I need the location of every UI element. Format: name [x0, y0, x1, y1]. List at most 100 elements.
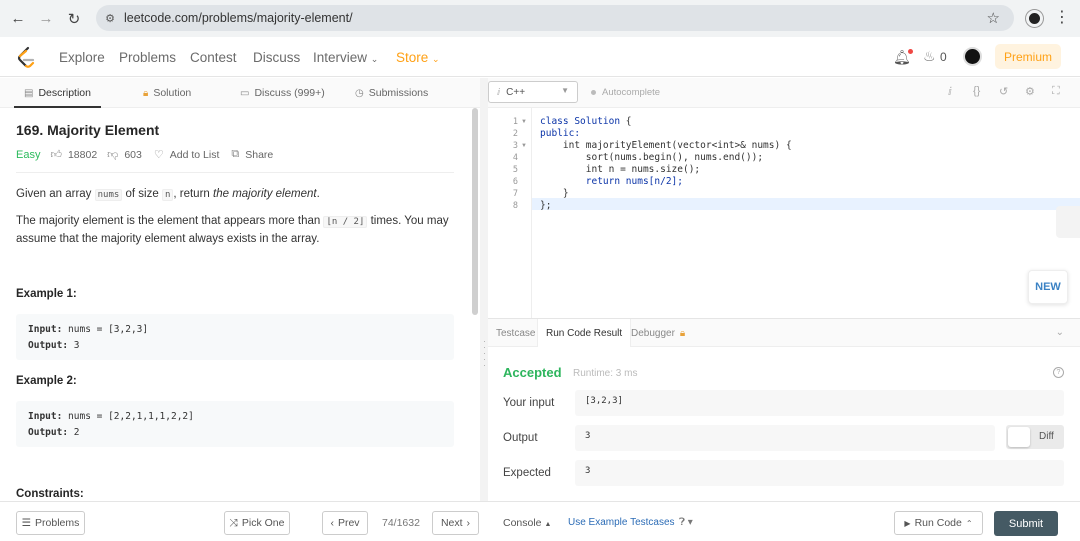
toggle-knob: [1008, 427, 1030, 447]
console-label: Console: [503, 517, 542, 529]
reset-icon[interactable]: ↺: [999, 85, 1008, 98]
share-link[interactable]: Share: [245, 149, 273, 161]
run-code-button[interactable]: ▶ Run Code ⌃: [894, 511, 983, 535]
nav-explore[interactable]: Explore: [59, 50, 105, 65]
value: 3: [68, 340, 80, 351]
site-navbar: Explore Problems Contest Discuss Intervi…: [0, 37, 1080, 77]
forward-icon: →: [38, 10, 54, 27]
tab-debugger[interactable]: Debugger 🔒︎: [631, 319, 685, 348]
diff-toggle[interactable]: Diff: [1006, 425, 1064, 449]
line-number-gutter: 1 2 3 4 5 6 7 8 ▼ ▼: [488, 108, 532, 318]
tab-description[interactable]: ▤ Description: [14, 78, 101, 108]
settings-icon[interactable]: ⚙: [1025, 85, 1035, 98]
browser-menu-icon[interactable]: ⋮: [1054, 7, 1070, 27]
constraints-heading: Constraints:: [16, 488, 84, 500]
output-value: 3: [575, 425, 995, 451]
add-to-list-link[interactable]: Add to List: [170, 149, 220, 161]
inline-code: ⌊n / 2⌋: [323, 216, 368, 228]
thumbs-up-icon[interactable]: 👍︎: [50, 148, 62, 161]
help-icon[interactable]: ❓︎ ▾: [679, 517, 693, 528]
play-icon: ▶: [904, 518, 911, 528]
autocomplete-toggle[interactable]: Autocomplete: [591, 87, 660, 98]
problem-description-panel: 169. Majority Element Easy 👍︎ 18802 👎︎ 6…: [0, 108, 472, 501]
console-button[interactable]: Console ▲: [503, 517, 551, 529]
notification-bell-icon[interactable]: 🔔︎: [893, 49, 913, 66]
your-input-value: [3,2,3]: [575, 390, 1064, 416]
heart-icon: ♡: [153, 149, 164, 161]
back-button[interactable]: ←: [4, 5, 32, 33]
bookmark-star-icon[interactable]: ☆: [987, 9, 1000, 27]
language-select[interactable]: ⅈ C++ ▼: [488, 81, 578, 103]
panel-resize-handle[interactable]: · · · · ·: [480, 78, 488, 501]
tab-discuss[interactable]: ▭ Discuss (999+): [240, 78, 325, 108]
result-tabs: Testcase Run Code Result Debugger 🔒︎ ⌄: [488, 318, 1080, 348]
chevron-down-icon: ⌄: [432, 54, 440, 64]
side-feedback-tab[interactable]: [1056, 206, 1080, 238]
leetcode-logo-icon[interactable]: [16, 46, 36, 68]
fold-caret-icon[interactable]: ▼: [521, 143, 527, 149]
fold-caret-icon[interactable]: ▼: [521, 119, 527, 125]
share-icon: ⧉: [231, 148, 240, 160]
autocomplete-label: Autocomplete: [602, 87, 661, 98]
browser-profile-avatar[interactable]: [1026, 10, 1043, 27]
reload-button[interactable]: ↻: [60, 5, 88, 33]
your-input-label: Your input: [503, 397, 555, 409]
diff-label: Diff: [1039, 431, 1054, 442]
tab-solution[interactable]: 🔒︎ Solution: [143, 78, 191, 108]
line-number: 3: [512, 141, 518, 151]
forward-button[interactable]: →: [32, 5, 60, 33]
code-editor[interactable]: 1 2 3 4 5 6 7 8 ▼ ▼ class Solution { pub…: [488, 108, 1080, 318]
use-example-testcases-link[interactable]: Use Example Testcases: [568, 517, 675, 528]
example-1-output: Output: 3: [28, 338, 442, 354]
nav-interview-label: Interview: [313, 50, 368, 65]
tab-discuss-label: Discuss (999+): [254, 87, 325, 99]
thumbs-down-icon[interactable]: 👎︎: [107, 148, 118, 161]
label: Output:: [28, 340, 69, 351]
user-avatar[interactable]: [963, 47, 982, 66]
nav-discuss[interactable]: Discuss: [253, 50, 300, 65]
info-icon: ⅈ: [497, 86, 501, 97]
address-bar[interactable]: ⚙ leetcode.com/problems/majority-element…: [96, 5, 1014, 31]
tab-testcase[interactable]: Testcase: [496, 319, 535, 348]
language-value: C++: [506, 86, 526, 98]
code-text: int n = nums.size();: [540, 164, 701, 175]
emphasis-text: the majority element: [213, 188, 317, 200]
nav-problems[interactable]: Problems: [119, 50, 176, 65]
problems-button[interactable]: ☰ Problems: [16, 511, 85, 535]
tab-submissions-label: Submissions: [368, 87, 429, 99]
description-paragraph-1: Given an array nums of size n, return th…: [16, 186, 456, 204]
nav-store[interactable]: Store ⌄: [396, 50, 440, 65]
run-result-panel: Accepted Runtime: 3 ms ? Your input [3,2…: [488, 347, 1080, 501]
line-number: 8: [512, 201, 518, 211]
text: Given an array: [16, 188, 95, 200]
example-1-input: Input: nums = [3,2,3]: [28, 322, 442, 338]
submit-button[interactable]: Submit: [994, 511, 1058, 536]
streak-count: 0: [940, 50, 947, 64]
example-2-output: Output: 2: [28, 425, 442, 441]
tab-submissions[interactable]: ◷ Submissions: [355, 78, 428, 108]
code-line: class Solution {: [540, 116, 632, 127]
chevron-down-icon: ▼: [561, 86, 569, 95]
fullscreen-icon[interactable]: ⛶: [1052, 85, 1060, 98]
new-feature-badge[interactable]: NEW: [1028, 270, 1068, 304]
info-icon[interactable]: ⅈ: [948, 85, 952, 98]
shuffle-icon: ⤨: [229, 516, 238, 529]
active-line-highlight: [532, 198, 1080, 210]
prev-button[interactable]: ‹ Prev: [322, 511, 368, 535]
help-icon[interactable]: ?: [1053, 367, 1064, 378]
description-scrollbar[interactable]: [472, 108, 478, 315]
nav-contest[interactable]: Contest: [190, 50, 237, 65]
tab-run-code-result[interactable]: Run Code Result: [537, 319, 632, 348]
divider: [16, 172, 454, 173]
braces-icon[interactable]: {}: [973, 85, 980, 97]
chevron-down-icon[interactable]: ⌄: [1056, 327, 1064, 338]
example-2-heading: Example 2:: [16, 375, 77, 387]
text: .: [316, 188, 320, 200]
site-settings-icon[interactable]: ⚙: [96, 12, 124, 25]
next-button[interactable]: Next ›: [432, 511, 479, 535]
nav-interview[interactable]: Interview ⌄: [313, 50, 378, 65]
streak-fire-icon[interactable]: ♨: [923, 48, 936, 65]
pick-one-button[interactable]: ⤨ Pick One: [224, 511, 290, 535]
problem-tabs: ▤ Description 🔒︎ Solution ▭ Discuss (999…: [0, 78, 480, 108]
premium-button[interactable]: Premium: [995, 44, 1061, 69]
